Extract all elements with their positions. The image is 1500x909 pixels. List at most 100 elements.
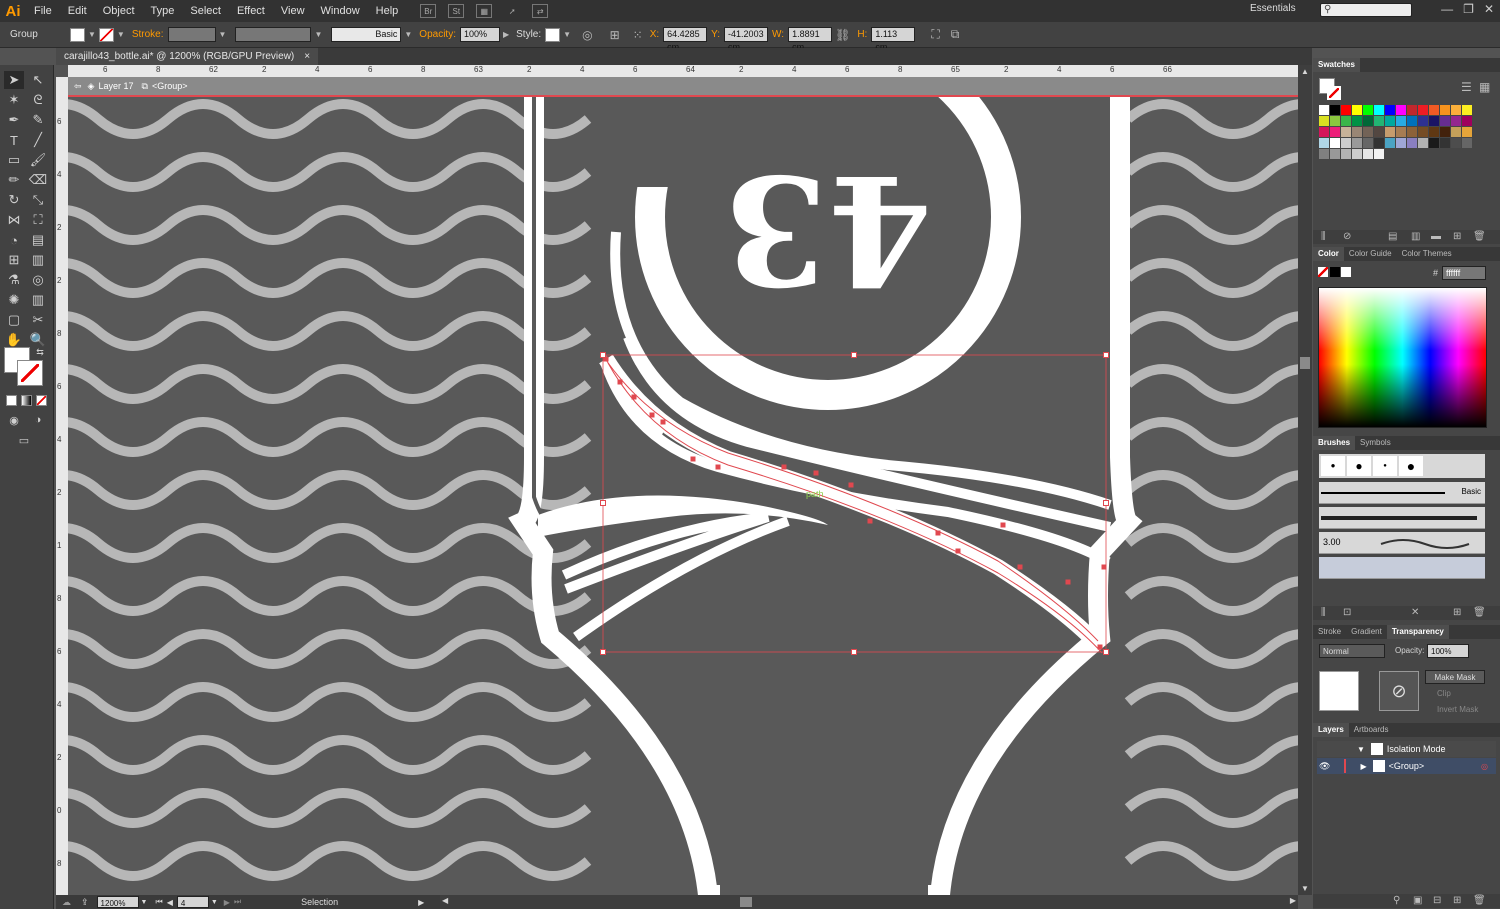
make-mask-button[interactable]: Make Mask xyxy=(1425,670,1485,684)
swatch-cell[interactable] xyxy=(1330,105,1340,115)
anchor-point[interactable] xyxy=(649,412,655,418)
sync-icon[interactable]: ⇄ xyxy=(532,4,549,18)
brush-dropdown-icon[interactable]: ▼ xyxy=(404,30,412,39)
swatch-cell[interactable] xyxy=(1396,138,1406,148)
swatch-cell[interactable] xyxy=(1341,116,1351,126)
swap-colors-icon[interactable]: ⇆ xyxy=(30,343,50,361)
reference-point-icon[interactable]: ⁙ xyxy=(633,28,643,42)
swatch-cell[interactable] xyxy=(1396,105,1406,115)
bounding-box-handle[interactable] xyxy=(1103,352,1109,358)
pattern-brush[interactable] xyxy=(1319,557,1485,579)
close-button[interactable]: ✕ xyxy=(1484,2,1494,16)
swatch-cell[interactable] xyxy=(1363,138,1373,148)
swatch-cell[interactable] xyxy=(1407,116,1417,126)
clip-checkbox[interactable]: Clip xyxy=(1437,689,1451,698)
line-tool-icon[interactable]: ╱ xyxy=(28,131,48,149)
swatch-cell[interactable] xyxy=(1418,138,1428,148)
search-input[interactable]: ⚲ xyxy=(1320,3,1412,17)
opacity-arrow-icon[interactable]: ▶ xyxy=(503,30,509,39)
magic-wand-tool-icon[interactable]: ✶ xyxy=(4,91,24,109)
selection-tool-icon[interactable]: ➤ xyxy=(4,71,24,89)
style-dropdown-icon[interactable]: ▼ xyxy=(563,30,571,39)
swatch-cell[interactable] xyxy=(1418,105,1428,115)
artboard-dropdown-icon[interactable]: ▼ xyxy=(211,899,218,906)
new-swatch-icon[interactable]: ⊞ xyxy=(1453,231,1461,242)
thumbnail-view-icon[interactable]: ▦ xyxy=(1479,80,1490,94)
swatch-cell[interactable] xyxy=(1418,127,1428,137)
transparency-opacity-field[interactable]: 100% xyxy=(1427,644,1469,658)
brush-dot-tiny[interactable]: ● xyxy=(1373,456,1397,476)
next-artboard-icon[interactable]: ▶ xyxy=(224,898,230,907)
eyedropper-tool-icon[interactable]: ⚗ xyxy=(4,271,24,289)
swatch-cell[interactable] xyxy=(1363,105,1373,115)
isolate-icon[interactable]: ⧉ xyxy=(951,27,960,42)
swatch-cell[interactable] xyxy=(1330,149,1340,159)
swatch-cell[interactable] xyxy=(1352,127,1362,137)
anchor-point[interactable] xyxy=(617,379,623,385)
close-tab-icon[interactable]: × xyxy=(304,48,310,65)
rectangle-tool-icon[interactable]: ▭ xyxy=(4,151,24,169)
zoom-dropdown-icon[interactable]: ▼ xyxy=(141,899,148,906)
perspective-grid-tool-icon[interactable]: ▤ xyxy=(28,231,48,249)
swatch-cell[interactable] xyxy=(1341,105,1351,115)
menu-view[interactable]: View xyxy=(273,0,313,22)
swatch-cell[interactable] xyxy=(1330,138,1340,148)
lasso-tool-icon[interactable]: ᘓ xyxy=(28,91,48,109)
swatch-cell[interactable] xyxy=(1462,138,1472,148)
swatch-cell[interactable] xyxy=(1341,127,1351,137)
menu-file[interactable]: File xyxy=(26,0,60,22)
brush-library-icon[interactable]: ⫼ xyxy=(1321,607,1326,618)
zoom-field[interactable]: 1200% xyxy=(96,896,139,908)
brushes-tab[interactable]: Brushes xyxy=(1313,436,1356,450)
anchor-point[interactable] xyxy=(690,456,696,462)
swatch-cell[interactable] xyxy=(1330,116,1340,126)
stroke-weight-field[interactable] xyxy=(167,27,216,42)
anchor-point[interactable] xyxy=(1065,579,1071,585)
minimize-button[interactable]: — xyxy=(1441,2,1453,16)
scroll-up-icon[interactable]: ▲ xyxy=(1301,67,1309,76)
clipping-mask-icon[interactable]: ▣ xyxy=(1413,895,1422,906)
anchor-point[interactable] xyxy=(1017,564,1023,570)
transform-icon[interactable]: ⛶ xyxy=(931,27,939,42)
gradient-tool-icon[interactable]: ▥ xyxy=(28,251,48,269)
anchor-point[interactable] xyxy=(660,419,666,425)
delete-swatch-icon[interactable]: 🗑 xyxy=(1473,231,1486,242)
swatch-cell[interactable] xyxy=(1341,149,1351,159)
cloud-sync-icon[interactable]: ☁ xyxy=(62,897,71,908)
status-menu-icon[interactable]: ▶ xyxy=(418,898,424,907)
previous-artboard-icon[interactable]: ◀ xyxy=(167,898,173,907)
swatches-stroke-box[interactable] xyxy=(1327,86,1341,100)
scroll-right-icon[interactable]: ▶ xyxy=(1290,896,1296,905)
width-tool-icon[interactable]: ⋈ xyxy=(4,211,24,229)
color-themes-tab[interactable]: Color Themes xyxy=(1397,247,1457,261)
swatch-cell[interactable] xyxy=(1451,127,1461,137)
swatch-library-icon[interactable]: ⫼ xyxy=(1321,231,1326,242)
remove-brush-icon[interactable]: ✕ xyxy=(1411,607,1419,618)
pen-tool-icon[interactable]: ✒ xyxy=(4,111,24,129)
w-field[interactable]: 1.8891 cm xyxy=(788,27,833,52)
style-swatch[interactable] xyxy=(545,27,561,42)
current-tool-status[interactable]: Selection xyxy=(301,897,338,907)
color-none-swatch[interactable] xyxy=(1318,267,1328,277)
last-artboard-icon[interactable]: ⏭ xyxy=(234,897,241,907)
stroke-weight-dropdown-icon[interactable]: ▼ xyxy=(219,30,227,39)
free-transform-tool-icon[interactable]: ⛶ xyxy=(28,211,48,229)
brush-field[interactable]: Basic xyxy=(331,27,402,42)
swatch-cell[interactable] xyxy=(1451,116,1461,126)
invert-mask-checkbox[interactable]: Invert Mask xyxy=(1437,705,1478,714)
symbol-sprayer-tool-icon[interactable]: ✺ xyxy=(4,291,24,309)
blend-mode-select[interactable]: Normal xyxy=(1319,644,1385,658)
swatch-cell[interactable] xyxy=(1407,127,1417,137)
type-tool-icon[interactable]: T xyxy=(4,131,24,149)
hex-field[interactable]: ffffff xyxy=(1442,266,1486,280)
swatch-cell[interactable] xyxy=(1330,127,1340,137)
menu-edit[interactable]: Edit xyxy=(60,0,95,22)
swatch-cell[interactable] xyxy=(1407,138,1417,148)
color-spectrum[interactable] xyxy=(1318,287,1487,428)
brush-dot-large[interactable]: ● xyxy=(1399,456,1423,476)
color-mode-icon[interactable] xyxy=(6,395,17,406)
menu-select[interactable]: Select xyxy=(182,0,229,22)
brush-dot-small[interactable]: ● xyxy=(1321,456,1345,476)
swatch-cell[interactable] xyxy=(1429,105,1439,115)
menu-window[interactable]: Window xyxy=(313,0,368,22)
